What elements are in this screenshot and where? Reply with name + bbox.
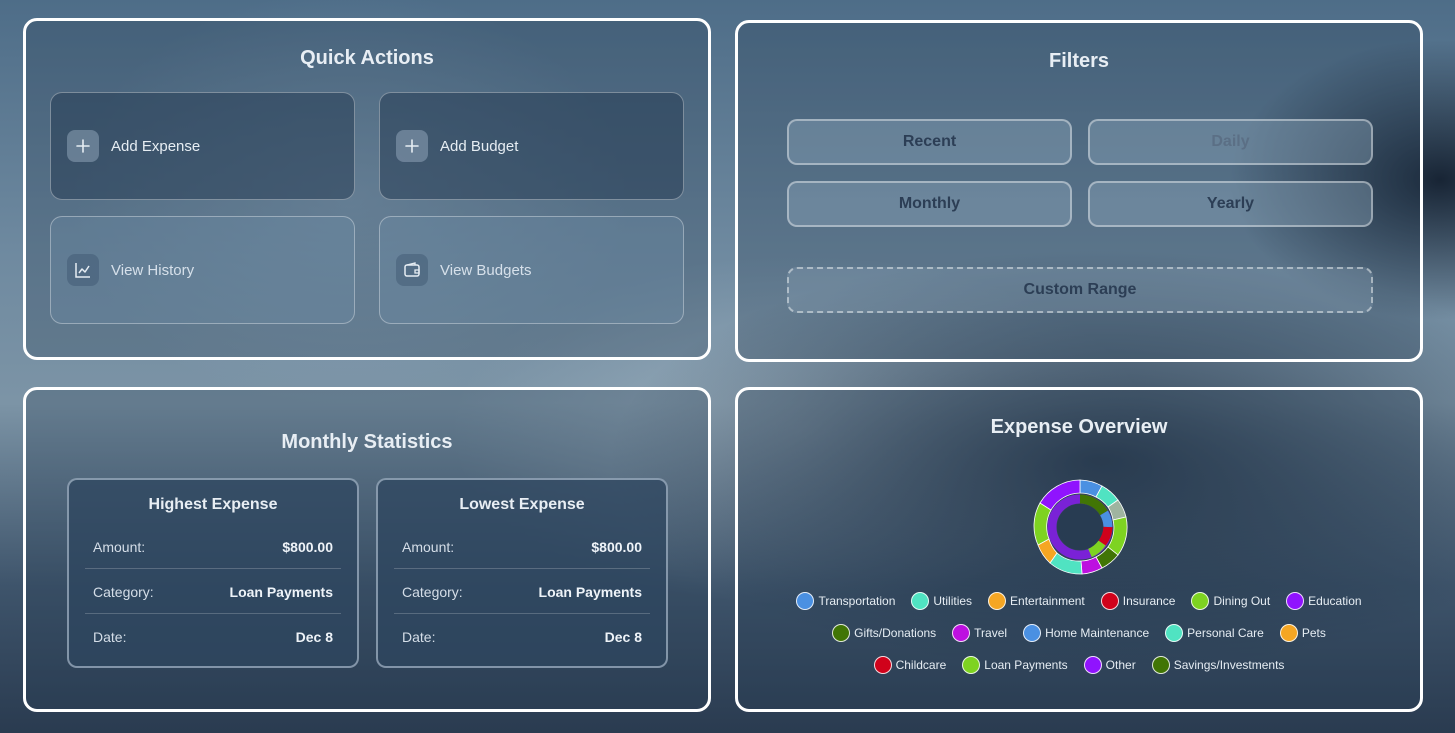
- add-expense-label: Add Expense: [111, 137, 201, 155]
- filters-panel: Filters Recent Daily Monthly Yearly Cust…: [735, 20, 1423, 362]
- legend-swatch: [1083, 656, 1102, 674]
- amount-label: Amount:: [402, 538, 455, 555]
- line-chart-icon: [67, 254, 99, 286]
- category-value: Loan Payments: [229, 583, 333, 600]
- legend-swatch: [1165, 624, 1184, 642]
- legend-item-travel[interactable]: Travel: [952, 624, 1007, 642]
- legend-swatch: [962, 656, 981, 674]
- expense-donut-chart[interactable]: [1030, 477, 1130, 577]
- legend-item-gifts-donations[interactable]: Gifts/Donations: [832, 624, 936, 642]
- legend-item-other[interactable]: Other: [1083, 656, 1136, 674]
- expense-overview-panel: Expense Overview Transportation Utilitie…: [735, 387, 1423, 712]
- legend-label: Personal Care: [1187, 626, 1264, 640]
- legend-label: Pets: [1301, 626, 1326, 640]
- legend-label: Utilities: [933, 594, 973, 608]
- legend-label: Childcare: [895, 658, 947, 672]
- add-budget-label: Add Budget: [440, 137, 519, 155]
- custom-range-button[interactable]: Custom Range: [787, 267, 1373, 313]
- legend-swatch: [832, 624, 851, 642]
- date-row: Date: Dec 8: [85, 615, 341, 659]
- legend-item-loan-payments[interactable]: Loan Payments: [962, 656, 1068, 674]
- legend-label: Gifts/Donations: [854, 626, 937, 640]
- legend-swatch: [1279, 624, 1298, 642]
- view-history-button[interactable]: View History: [50, 216, 355, 324]
- highest-expense-title: Highest Expense: [148, 496, 278, 513]
- category-label: Category:: [93, 583, 154, 600]
- legend-swatch: [1100, 592, 1119, 610]
- quick-actions-title: Quick Actions: [300, 47, 434, 69]
- date-row: Date: Dec 8: [394, 615, 650, 659]
- legend-label: Savings/Investments: [1173, 658, 1285, 672]
- add-budget-button[interactable]: Add Budget: [379, 92, 684, 200]
- legend-swatch: [911, 592, 930, 610]
- legend-label: Travel: [974, 626, 1008, 640]
- filter-daily-button[interactable]: Daily: [1088, 119, 1373, 165]
- legend-label: Other: [1105, 658, 1136, 672]
- date-label: Date:: [402, 629, 436, 645]
- date-value: Dec 8: [604, 629, 642, 645]
- view-history-label: View History: [111, 261, 195, 279]
- highest-expense-card: Highest Expense Amount: $800.00 Category…: [67, 478, 359, 668]
- legend-swatch: [1023, 624, 1042, 642]
- amount-row: Amount: $800.00: [85, 525, 341, 569]
- amount-value: $800.00: [591, 538, 642, 555]
- legend-item-entertainment[interactable]: Entertainment: [988, 592, 1085, 610]
- legend-row-2: Gifts/Donations Travel Home Maintenance …: [738, 624, 1420, 642]
- view-budgets-label: View Budgets: [440, 261, 532, 279]
- filter-recent-button[interactable]: Recent: [787, 119, 1072, 165]
- filter-yearly-button[interactable]: Yearly: [1088, 181, 1373, 227]
- legend-item-pets[interactable]: Pets: [1279, 624, 1326, 642]
- legend-item-insurance[interactable]: Insurance: [1100, 592, 1176, 610]
- amount-row: Amount: $800.00: [394, 525, 650, 569]
- legend-label: Dining Out: [1213, 594, 1271, 608]
- legend-label: Entertainment: [1010, 594, 1085, 608]
- date-value: Dec 8: [295, 629, 333, 645]
- legend-item-dining-out[interactable]: Dining Out: [1191, 592, 1270, 610]
- legend-swatch: [1151, 656, 1170, 674]
- legend-swatch: [952, 624, 971, 642]
- lowest-expense-title: Lowest Expense: [459, 496, 585, 513]
- add-expense-button[interactable]: Add Expense: [50, 92, 355, 200]
- plus-icon: [396, 130, 428, 162]
- legend-item-transportation[interactable]: Transportation: [796, 592, 895, 610]
- category-row: Category: Loan Payments: [394, 570, 650, 614]
- amount-value: $800.00: [282, 538, 333, 555]
- expense-overview-title: Expense Overview: [990, 416, 1168, 438]
- legend-item-education[interactable]: Education: [1286, 592, 1362, 610]
- legend-label: Education: [1308, 594, 1362, 608]
- category-row: Category: Loan Payments: [85, 570, 341, 614]
- legend-swatch: [873, 656, 892, 674]
- legend-swatch: [1286, 592, 1305, 610]
- legend-swatch: [988, 592, 1007, 610]
- category-label: Category:: [402, 583, 463, 600]
- legend-item-home-maintenance[interactable]: Home Maintenance: [1023, 624, 1149, 642]
- filter-monthly-button[interactable]: Monthly: [787, 181, 1072, 227]
- legend-label: Insurance: [1122, 594, 1176, 608]
- legend-item-personal-care[interactable]: Personal Care: [1165, 624, 1264, 642]
- lowest-expense-card: Lowest Expense Amount: $800.00 Category:…: [376, 478, 668, 668]
- legend-label: Home Maintenance: [1045, 626, 1150, 640]
- filters-title: Filters: [1048, 50, 1110, 72]
- quick-actions-panel: Quick Actions Add Expense Add Budget Vie…: [23, 18, 711, 360]
- legend-row-3: Childcare Loan Payments Other Savings/In…: [738, 656, 1420, 674]
- legend-label: Transportation: [818, 594, 896, 608]
- legend-swatch: [796, 592, 815, 610]
- monthly-statistics-panel: Monthly Statistics Highest Expense Amoun…: [23, 387, 711, 712]
- legend-row-1: Transportation Utilities Entertainment I…: [738, 592, 1420, 610]
- legend-item-childcare[interactable]: Childcare: [873, 656, 947, 674]
- plus-icon: [67, 130, 99, 162]
- legend-swatch: [1191, 592, 1210, 610]
- legend-item-utilities[interactable]: Utilities: [911, 592, 972, 610]
- date-label: Date:: [93, 629, 127, 645]
- view-budgets-button[interactable]: View Budgets: [379, 216, 684, 324]
- wallet-icon: [396, 254, 428, 286]
- monthly-statistics-title: Monthly Statistics: [281, 431, 453, 453]
- category-value: Loan Payments: [538, 583, 642, 600]
- legend-label: Loan Payments: [984, 658, 1068, 672]
- amount-label: Amount:: [93, 538, 146, 555]
- legend-item-savings-investments[interactable]: Savings/Investments: [1151, 656, 1285, 674]
